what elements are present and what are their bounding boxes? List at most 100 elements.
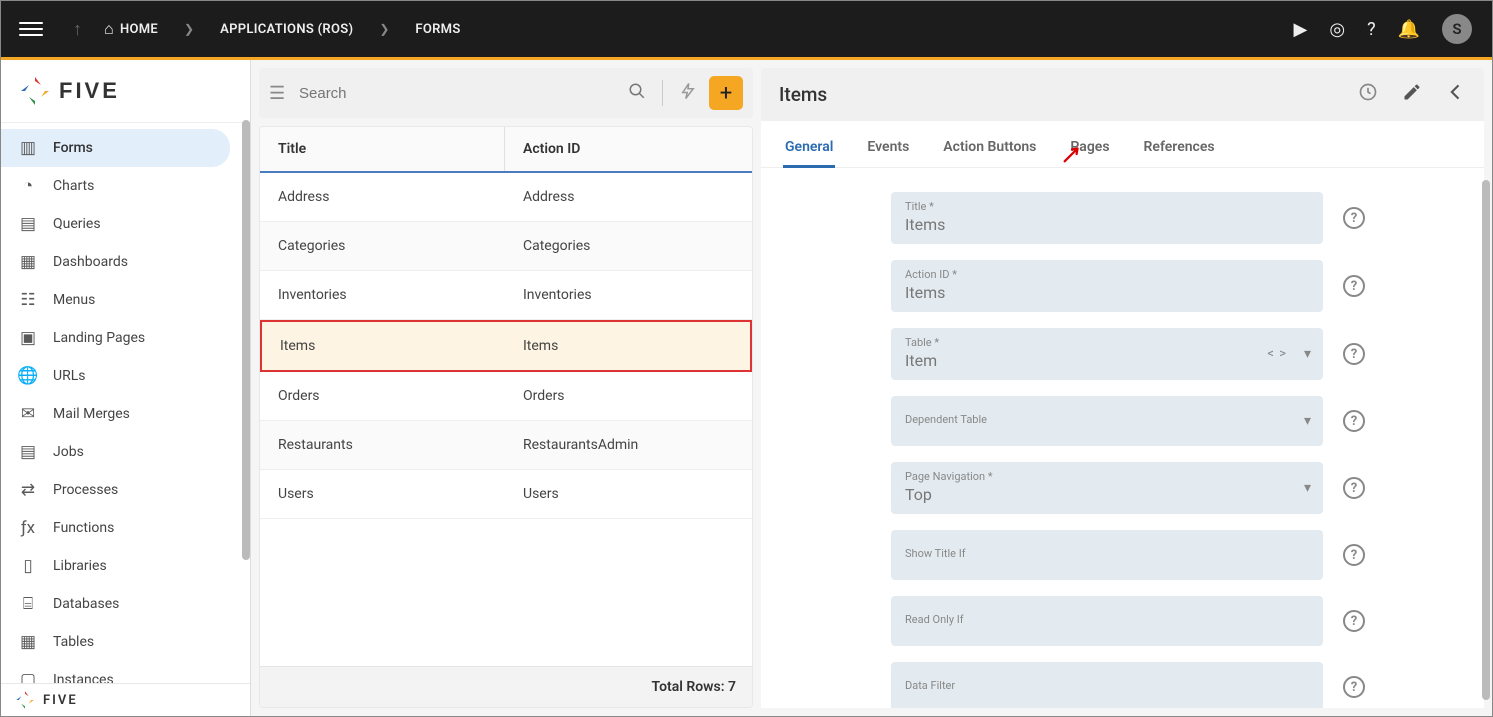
help-icon[interactable]: ? xyxy=(1343,207,1365,229)
table-row[interactable]: ItemsItems xyxy=(260,320,752,372)
table-row[interactable]: InventoriesInventories xyxy=(260,271,752,320)
field-label: Title * xyxy=(905,200,1309,213)
sidebar-item-menus[interactable]: ☷Menus xyxy=(1,281,230,319)
edit-icon[interactable] xyxy=(1402,82,1422,107)
bell-icon[interactable]: 🔔 xyxy=(1398,19,1420,40)
sidebar-item-label: Forms xyxy=(53,140,93,156)
sidebar-item-icon: ▥ xyxy=(17,138,39,158)
user-avatar[interactable]: S xyxy=(1442,14,1472,44)
field-value: Top xyxy=(905,485,1309,504)
scrollbar[interactable] xyxy=(1482,180,1490,700)
sidebar-item-libraries[interactable]: ▯Libraries xyxy=(1,547,230,585)
scrollbar[interactable] xyxy=(242,120,250,560)
table-row[interactable]: CategoriesCategories xyxy=(260,222,752,271)
data-filter-field[interactable]: Data Filter xyxy=(891,662,1323,708)
sidebar-item-jobs[interactable]: ▤Jobs xyxy=(1,433,230,471)
chevron-down-icon[interactable]: ▾ xyxy=(1304,480,1311,496)
sidebar-item-queries[interactable]: ▤Queries xyxy=(1,205,230,243)
help-icon[interactable]: ? xyxy=(1367,19,1376,40)
help-icon[interactable]: ? xyxy=(1343,343,1365,365)
cell-title: Orders xyxy=(260,372,505,420)
hamburger-menu-icon[interactable] xyxy=(19,17,43,41)
table-row[interactable]: RestaurantsRestaurantsAdmin xyxy=(260,421,752,470)
show-title-if-field[interactable]: Show Title If xyxy=(891,530,1323,580)
cell-actionid: Address xyxy=(505,173,752,221)
detail-header: Items xyxy=(761,68,1484,121)
logo-mark-icon xyxy=(19,75,51,107)
column-header-actionid[interactable]: Action ID xyxy=(505,127,752,171)
sidebar-item-icon: ⌸ xyxy=(17,594,39,614)
back-arrow-icon[interactable] xyxy=(1446,82,1466,107)
page-navigation-field[interactable]: Page Navigation * Top ▾ xyxy=(891,462,1323,514)
bolt-icon[interactable] xyxy=(679,81,697,106)
logo[interactable]: FIVE xyxy=(1,60,250,123)
read-only-if-field[interactable]: Read Only If xyxy=(891,596,1323,646)
tab-events[interactable]: Events xyxy=(865,133,911,167)
field-value: Item xyxy=(905,351,1309,370)
sidebar-item-icon: ▦ xyxy=(17,632,39,652)
sidebar-item-forms[interactable]: ▥ Forms xyxy=(1,129,230,167)
table-row[interactable]: UsersUsers xyxy=(260,470,752,519)
sidebar-item-instances[interactable]: ▢Instances xyxy=(1,661,230,683)
help-icon[interactable]: ? xyxy=(1343,610,1365,632)
chevron-right-icon: ❯ xyxy=(379,22,389,36)
breadcrumb-forms[interactable]: FORMS xyxy=(415,22,460,37)
sidebar-item-charts[interactable]: ◔ Charts xyxy=(1,167,230,205)
history-icon[interactable] xyxy=(1358,82,1378,107)
sidebar-item-label: Charts xyxy=(53,178,94,194)
sidebar-item-functions[interactable]: ƒxFunctions xyxy=(1,509,230,547)
list-panel: ☰ + Title Action ID AddressAddressCatego… xyxy=(251,60,761,716)
cell-title: Address xyxy=(260,173,505,221)
chevron-down-icon[interactable]: ▾ xyxy=(1304,413,1311,429)
actionid-field[interactable]: Action ID * Items xyxy=(891,260,1323,312)
sidebar-item-label: URLs xyxy=(53,368,85,384)
table-footer: Total Rows: 7 xyxy=(260,666,752,707)
play-icon[interactable]: ▶ xyxy=(1294,19,1308,40)
sidebar-item-landing-pages[interactable]: ▣Landing Pages xyxy=(1,319,230,357)
tab-general[interactable]: General xyxy=(783,133,835,167)
topbar-right: ▶ ◎ ? 🔔 S xyxy=(1294,14,1483,44)
breadcrumb-applications[interactable]: APPLICATIONS (ROS) xyxy=(220,22,353,37)
chevron-down-icon[interactable]: ▾ xyxy=(1304,346,1311,362)
add-button[interactable]: + xyxy=(709,76,743,110)
column-header-title[interactable]: Title xyxy=(260,127,505,171)
dependent-table-field[interactable]: Dependent Table ▾ xyxy=(891,396,1323,446)
title-field[interactable]: Title * Items xyxy=(891,192,1323,244)
sidebar-item-label: Databases xyxy=(53,596,119,612)
table-field[interactable]: Table * Item < > ▾ xyxy=(891,328,1323,380)
sidebar-list: ▥ Forms ◔ Charts ▤Queries▦Dashboards☷Menus▣L… xyxy=(1,123,250,683)
tabs-row: General Events Action Buttons Pages Referenc… xyxy=(761,121,1484,168)
sidebar-item-urls[interactable]: 🌐URLs xyxy=(1,357,230,395)
tab-action-buttons[interactable]: Action Buttons xyxy=(941,133,1038,167)
search-icon[interactable] xyxy=(628,82,646,105)
code-icon[interactable]: < > xyxy=(1267,347,1287,362)
cell-title: Items xyxy=(262,322,505,370)
table-row[interactable]: OrdersOrders xyxy=(260,372,752,421)
search-input[interactable] xyxy=(299,85,616,102)
sidebar-item-tables[interactable]: ▦Tables xyxy=(1,623,230,661)
tab-pages[interactable]: Pages xyxy=(1068,133,1111,167)
help-icon[interactable]: ? xyxy=(1343,275,1365,297)
help-icon[interactable]: ? xyxy=(1343,544,1365,566)
field-label: Table * xyxy=(905,336,1309,349)
table-body: AddressAddressCategoriesCategoriesInvent… xyxy=(260,173,752,666)
inspect-icon[interactable]: ◎ xyxy=(1329,19,1345,40)
help-icon[interactable]: ? xyxy=(1343,410,1365,432)
tab-references[interactable]: References xyxy=(1142,133,1217,167)
top-bar: ↑ ⌂ HOME ❯ APPLICATIONS (ROS) ❯ FORMS ▶ … xyxy=(1,1,1492,57)
filter-icon[interactable]: ☰ xyxy=(269,83,287,104)
search-toolbar: ☰ + xyxy=(259,68,753,118)
breadcrumb-home[interactable]: ⌂ HOME xyxy=(104,19,158,39)
sidebar-item-mail-merges[interactable]: ✉Mail Merges xyxy=(1,395,230,433)
sidebar-footer[interactable]: FIVE xyxy=(1,683,250,716)
sidebar-item-databases[interactable]: ⌸ Databases xyxy=(1,585,230,623)
up-arrow-icon[interactable]: ↑ xyxy=(73,19,82,40)
help-icon[interactable]: ? xyxy=(1343,676,1365,698)
sidebar-item-icon: ƒx xyxy=(17,518,39,538)
sidebar-item-dashboards[interactable]: ▦Dashboards xyxy=(1,243,230,281)
table-row[interactable]: AddressAddress xyxy=(260,173,752,222)
sidebar-item-icon: ◔ xyxy=(17,176,39,196)
help-icon[interactable]: ? xyxy=(1343,477,1365,499)
sidebar-item-label: Queries xyxy=(53,216,101,232)
sidebar-item-processes[interactable]: ⇄Processes xyxy=(1,471,230,509)
